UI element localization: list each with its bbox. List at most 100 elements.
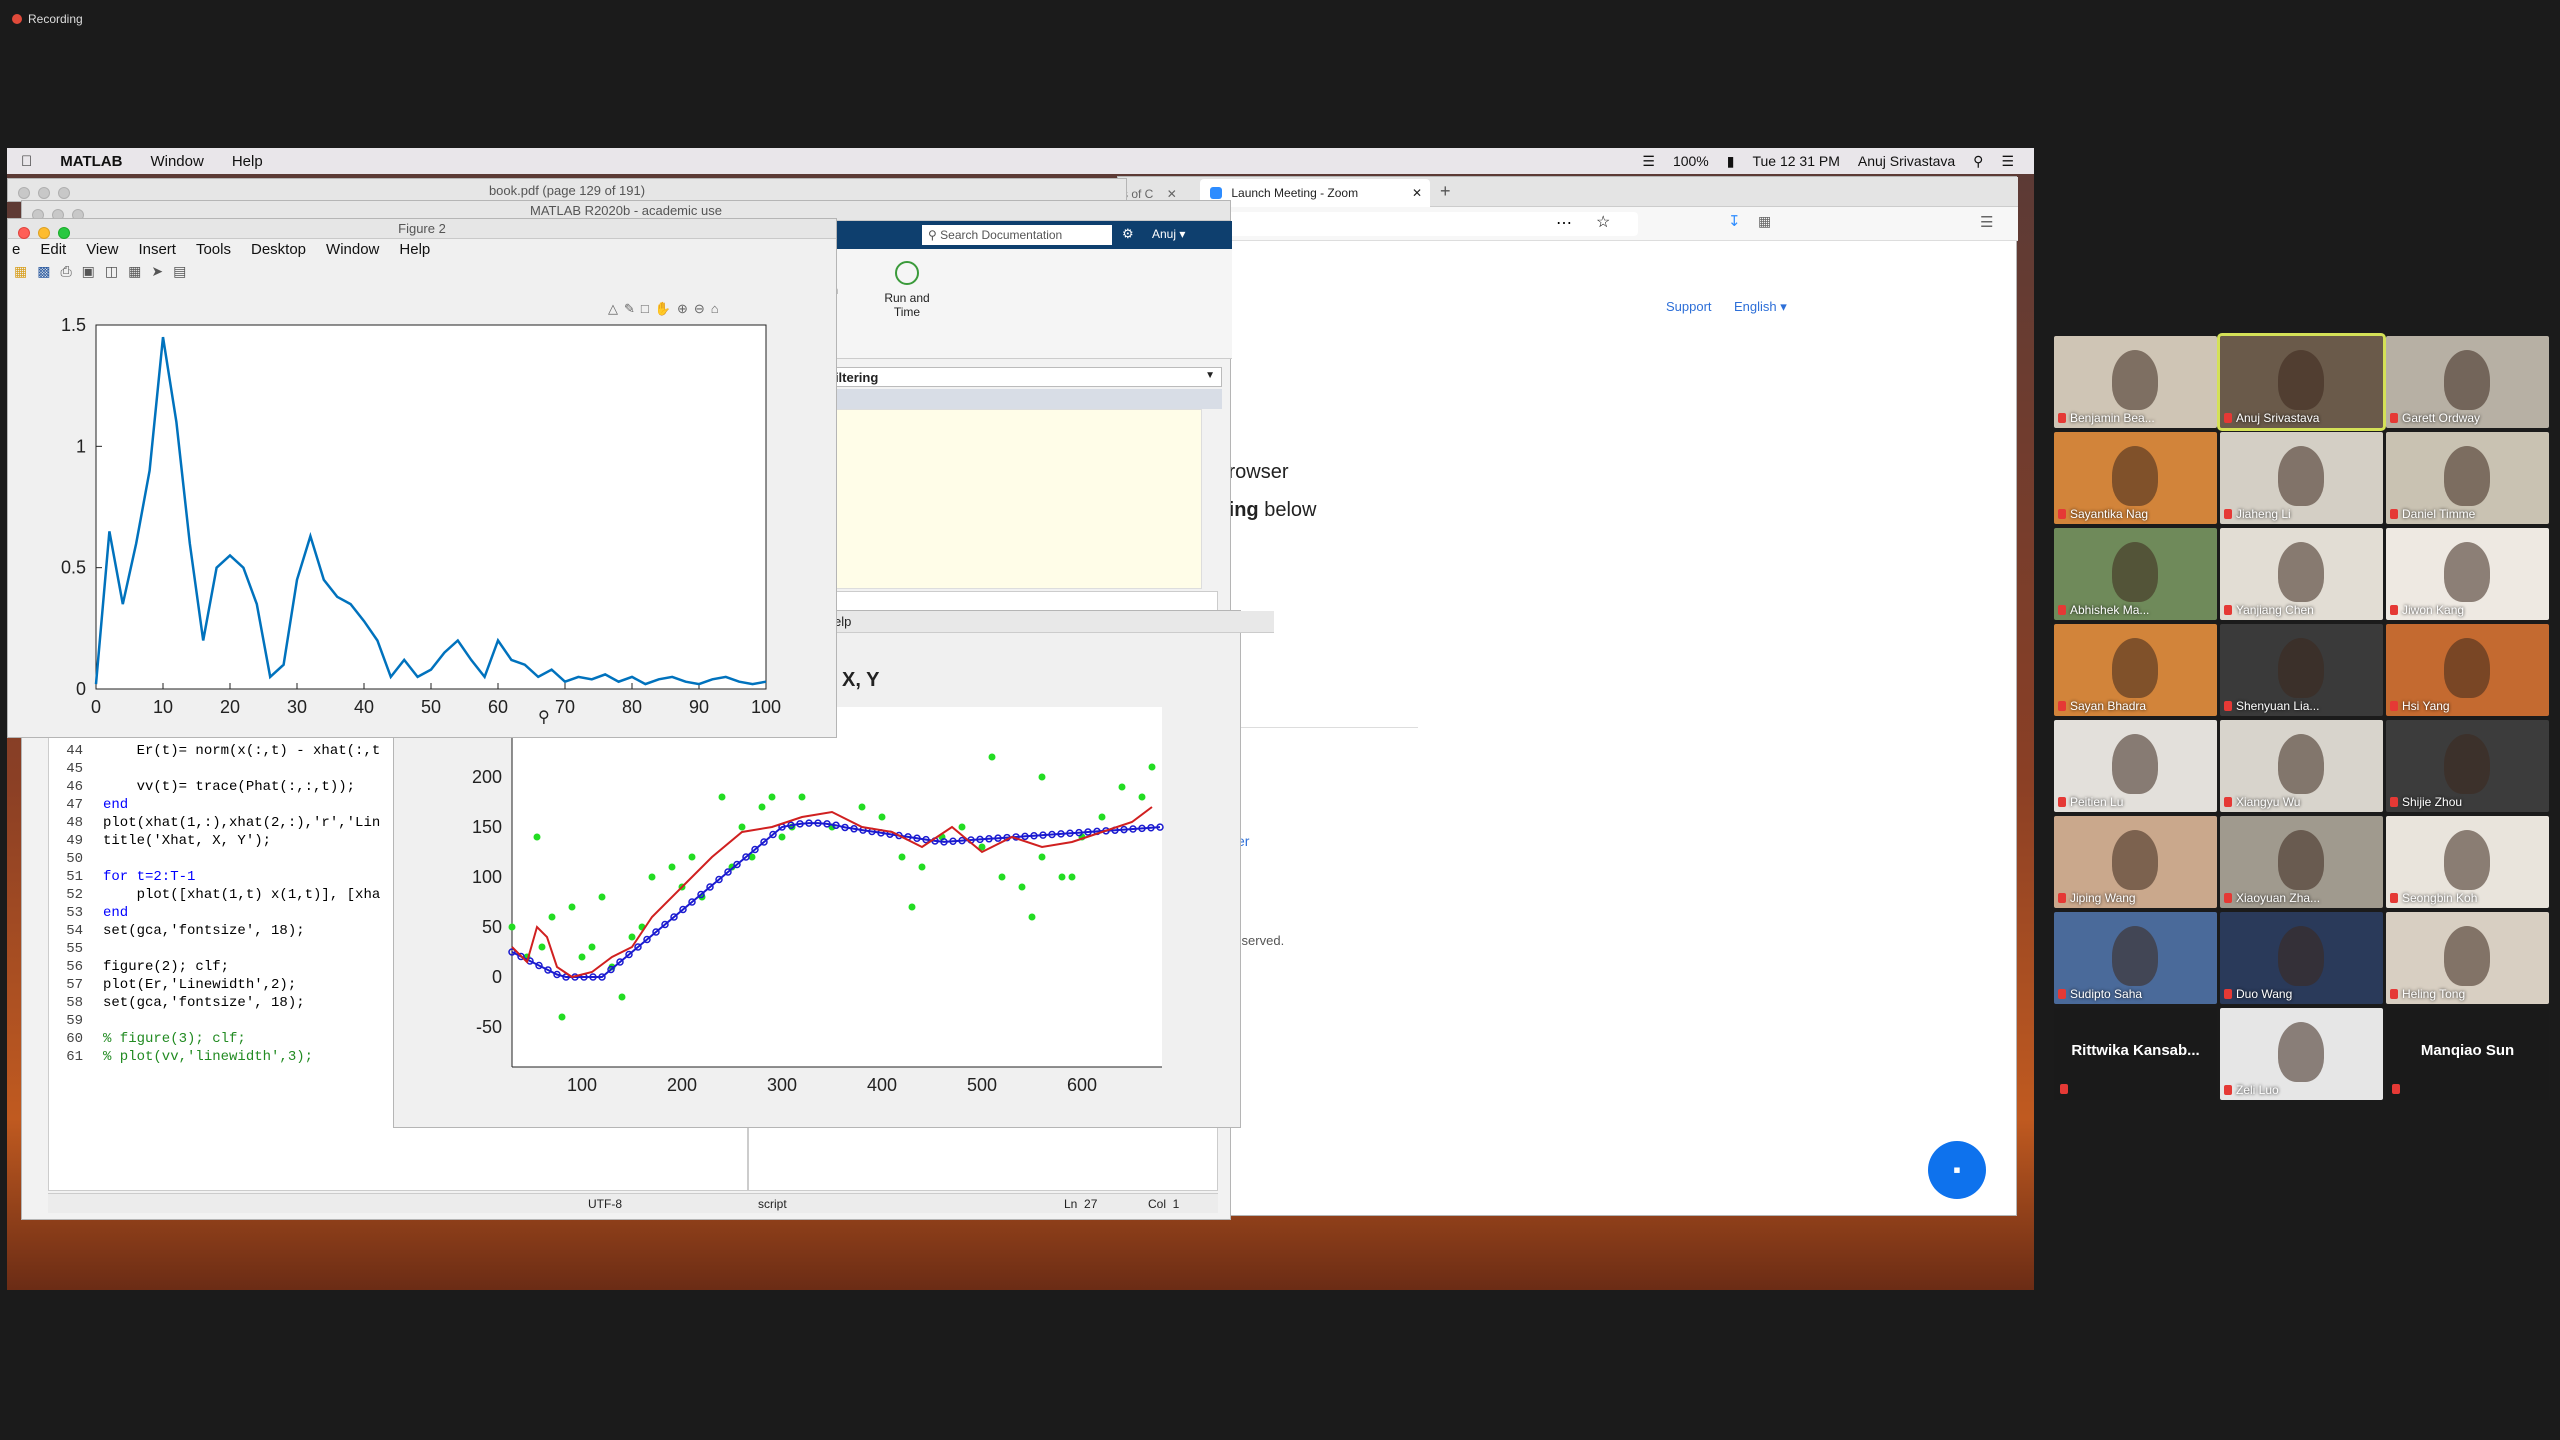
participant-name: Heling Tong (2402, 987, 2466, 1001)
participant-tile[interactable]: Jiaheng Li (2220, 432, 2383, 524)
participant-name: Anuj Srivastava (2236, 411, 2320, 425)
figure-menu-item[interactable]: Help (399, 241, 430, 259)
figure-menu-item[interactable]: Tools (196, 241, 231, 259)
new-tab-icon[interactable]: + (1440, 181, 1451, 202)
pointer-icon[interactable]: ➤ (151, 263, 163, 285)
muted-mic-icon (2390, 893, 2398, 903)
menubar-app-name[interactable]: MATLAB (46, 153, 136, 170)
chat-bubble-button[interactable]: ▪ (1928, 1141, 1986, 1199)
spotlight-search-icon[interactable]: ⚲ (1973, 153, 1983, 170)
participant-name: Garett Ordway (2402, 411, 2481, 425)
legend-icon[interactable]: ▦ (128, 263, 141, 285)
print-icon[interactable]: ⎙ (60, 263, 71, 285)
bookmark-star-icon[interactable]: ☆ (1596, 212, 1610, 232)
figure-menu-item[interactable]: e (12, 241, 20, 259)
participant-tile[interactable]: Yanjiang Chen (2220, 528, 2383, 620)
search-documentation[interactable]: ⚲ Search Documentation (922, 225, 1112, 245)
muted-mic-icon (2390, 797, 2398, 807)
participant-tile[interactable]: Garett Ordway (2386, 336, 2549, 428)
participant-tile[interactable]: Jiping Wang (2054, 816, 2217, 908)
participant-tile[interactable]: Shenyuan Lia... (2220, 624, 2383, 716)
participant-tile[interactable]: Shijie Zhou (2386, 720, 2549, 812)
participant-tile[interactable]: Hsi Yang (2386, 624, 2549, 716)
filtering-dropdown[interactable]: Filtering ▼ (822, 367, 1222, 387)
participant-name: Daniel Timme (2402, 507, 2476, 521)
figure-menu-item[interactable]: Window (326, 241, 379, 259)
print-preview-icon[interactable]: ▣ (82, 263, 95, 285)
menu-icon[interactable]: ☰ (1980, 213, 1993, 231)
wifi-icon[interactable]: ☰ (1642, 153, 1655, 170)
run-and-time-label-1: Run and (884, 291, 930, 305)
observation-point (1148, 763, 1156, 771)
participant-name: Shijie Zhou (2402, 795, 2463, 809)
language-label: English (1734, 299, 1777, 314)
participant-tile[interactable]: Sayan Bhadra (2054, 624, 2217, 716)
figure1-plot[interactable]: 100200300400500600-50050100150200250 (394, 697, 1242, 1117)
participant-name: Hsi Yang (2402, 699, 2450, 713)
code-text: set(gca,'fontsize', 18); (103, 995, 305, 1011)
participant-tile[interactable]: Manqiao Sun (2386, 1008, 2549, 1100)
line-number: 61 (66, 1049, 83, 1065)
more-icon[interactable]: ⋯ (1556, 213, 1572, 233)
battery-icon[interactable]: ▮ (1727, 153, 1735, 170)
participant-tile[interactable]: Sudipto Saha (2054, 912, 2217, 1004)
library-icon[interactable]: ▦ (1758, 213, 1771, 230)
participant-video (2112, 734, 2158, 794)
support-link[interactable]: Support (1666, 299, 1712, 314)
line-number: 46 (66, 779, 83, 795)
col-status: Col 1 (1148, 1197, 1180, 1211)
participant-label: Sayantika Nag (2058, 507, 2148, 521)
figure-menu-item[interactable]: View (86, 241, 118, 259)
participant-tile[interactable]: Peitien Lu (2054, 720, 2217, 812)
x-tick-label: 100 (567, 1075, 597, 1095)
link-icon[interactable]: ◫ (105, 263, 118, 285)
participant-label: Peitien Lu (2058, 795, 2123, 809)
participant-tile[interactable]: Seongbin Koh (2386, 816, 2549, 908)
participant-tile[interactable]: Abhishek Ma... (2054, 528, 2217, 620)
run-and-time-button[interactable]: Run and Time (872, 261, 942, 331)
close-icon[interactable]: ✕ (1167, 187, 1177, 201)
menubar-window[interactable]: Window (136, 153, 217, 170)
bell-icon[interactable]: ⚙ (1122, 226, 1134, 242)
browser-tabbar: s of C ✕ Launch Meeting - Zoom ✕ + (1118, 177, 2018, 207)
battery-percent: 100% (1672, 152, 1709, 169)
open-icon[interactable]: ▦ (14, 263, 27, 285)
x-tick-label: 30 (287, 697, 307, 717)
toolstrip: ion Run and Time (822, 249, 1232, 359)
user-menu[interactable]: Anuj ▾ (1152, 227, 1185, 241)
menubar-help[interactable]: Help (218, 153, 277, 170)
participant-tile[interactable]: Heling Tong (2386, 912, 2549, 1004)
participant-video (2278, 1022, 2324, 1082)
user-name[interactable]: Anuj Srivastava (1858, 153, 1955, 170)
download-icon[interactable]: ↧ (1728, 212, 1741, 230)
figure-menu-item[interactable]: Insert (138, 241, 176, 259)
property-icon[interactable]: ▤ (173, 263, 186, 285)
figure-menu-item[interactable]: Desktop (251, 241, 306, 259)
language-dropdown[interactable]: English ▾ (1734, 299, 1787, 315)
figure-menu-item[interactable]: Edit (40, 241, 66, 259)
save-icon[interactable]: ▩ (37, 263, 50, 285)
participant-tile[interactable]: Sayantika Nag (2054, 432, 2217, 524)
x-tick-label: 100 (751, 697, 781, 717)
clock[interactable]: Tue 12 31 PM (1752, 153, 1839, 170)
code-text: end (103, 905, 129, 921)
participant-name: Jiwon Kang (2402, 603, 2465, 617)
figure2-plot[interactable]: 0 10 20 30 40 50 60 70 80 90 100 0 0.5 1 1.5 (8, 315, 838, 735)
participant-tile[interactable]: Xiangyu Wu (2220, 720, 2383, 812)
participant-tile[interactable]: Duo Wang (2220, 912, 2383, 1004)
tab-zoom[interactable]: Launch Meeting - Zoom ✕ (1200, 179, 1430, 207)
participant-tile[interactable]: Rittwika Kansab... (2054, 1008, 2217, 1100)
x-tick-label: 200 (667, 1075, 697, 1095)
participant-tile[interactable]: Jiwon Kang (2386, 528, 2549, 620)
code-text: % figure(3); clf; (103, 1031, 246, 1047)
apple-icon[interactable]:  (7, 153, 46, 170)
control-center-icon[interactable]: ☰ (2001, 153, 2014, 170)
participant-tile[interactable]: Anuj Srivastava (2217, 333, 2386, 431)
participant-tile[interactable]: Xiaoyuan Zha... (2220, 816, 2383, 908)
close-icon[interactable]: ✕ (1412, 186, 1422, 200)
line-number: 48 (66, 815, 83, 831)
participant-video (2112, 926, 2158, 986)
participant-tile[interactable]: Zeli Luo (2220, 1008, 2383, 1100)
participant-tile[interactable]: Benjamin Bea... (2054, 336, 2217, 428)
participant-tile[interactable]: Daniel Timme (2386, 432, 2549, 524)
